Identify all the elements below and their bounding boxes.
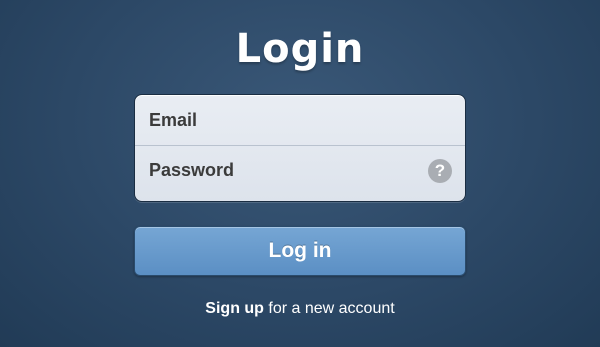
- login-button[interactable]: Log in: [134, 226, 466, 276]
- signup-link[interactable]: Sign up: [205, 300, 264, 317]
- signup-text: for a new account: [263, 300, 395, 317]
- password-field-row: ?: [135, 145, 465, 195]
- email-input[interactable]: [149, 109, 409, 131]
- login-form: ?: [134, 94, 466, 202]
- password-input[interactable]: [149, 160, 409, 181]
- signup-prompt: Sign up for a new account: [0, 299, 600, 319]
- email-field-row: [135, 95, 465, 145]
- question-mark-icon[interactable]: ?: [428, 158, 452, 183]
- page-title: Login: [235, 26, 365, 72]
